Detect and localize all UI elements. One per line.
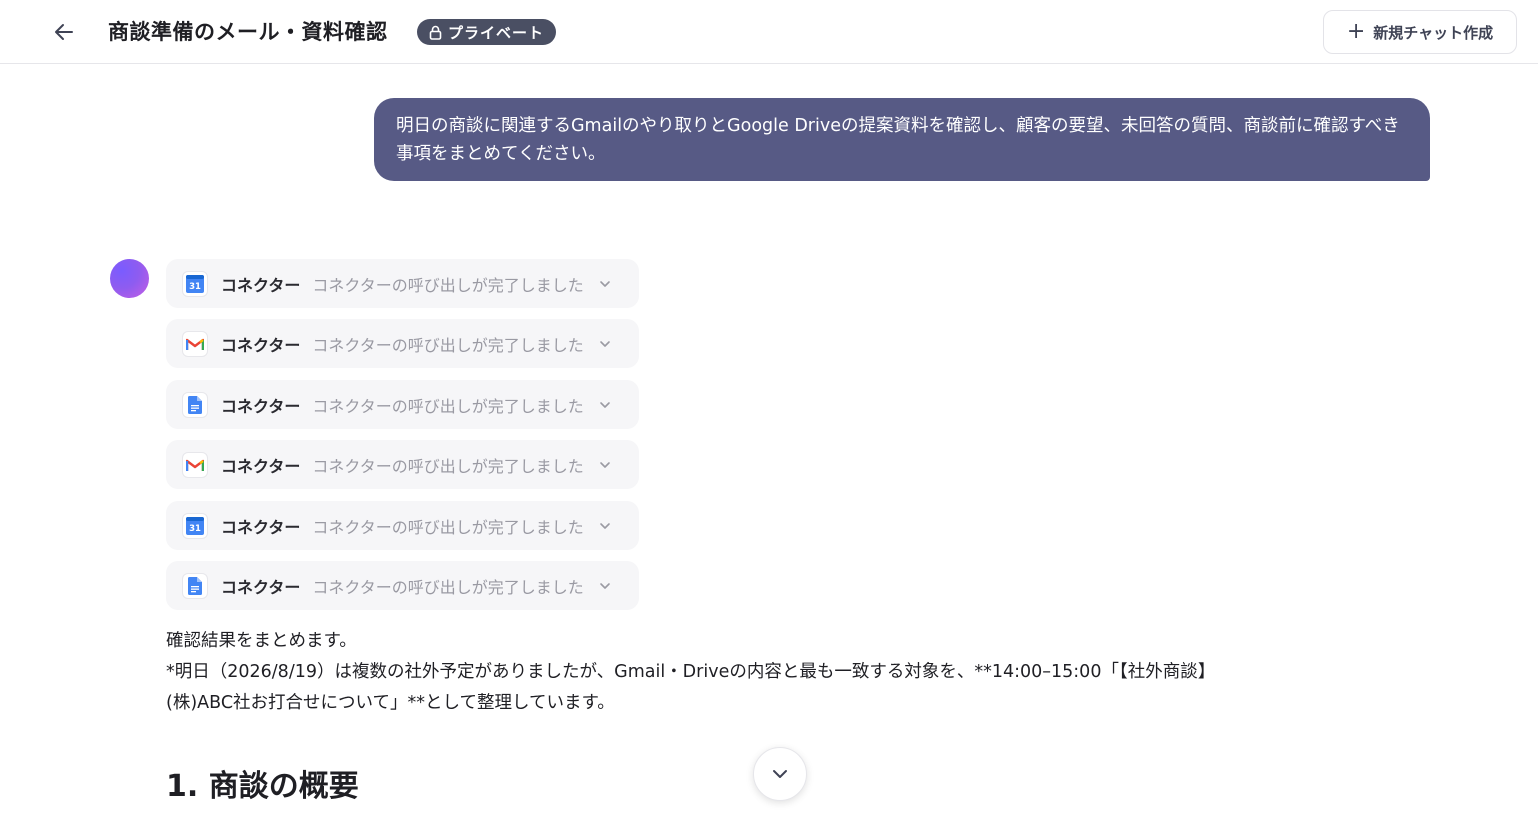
answer-intro: 確認結果をまとめます。 [166, 631, 357, 651]
answer-paragraph-line: (株)ABC社お打合せについて」**として整理しています。 [166, 693, 615, 713]
gmail-icon [182, 330, 208, 357]
google-calendar-icon: 31 [182, 512, 208, 539]
connector-label: コネクター [221, 577, 301, 597]
connector-status: コネクターの呼び出しが完了しました [312, 396, 584, 416]
connector-status: コネクターの呼び出しが完了しました [312, 275, 584, 295]
assistant-avatar [110, 259, 149, 298]
connector-status: コネクターの呼び出しが完了しました [312, 335, 584, 355]
chevron-down-icon [598, 398, 612, 412]
arrow-left-icon [55, 24, 73, 40]
scroll-to-bottom-button[interactable] [753, 747, 807, 801]
connector-label: コネクター [221, 275, 301, 295]
plus-icon: + [1346, 19, 1366, 44]
new-chat-button[interactable]: + 新規チャット作成 [1323, 10, 1517, 54]
top-bar: 商談準備のメール・資料確認 プライベート + 新規チャット作成 [0, 0, 1538, 64]
chevron-down-icon [598, 579, 612, 593]
calendar-icon-text: 31 [189, 524, 201, 534]
calendar-icon-text: 31 [189, 282, 201, 292]
google-calendar-icon: 31 [182, 270, 208, 297]
new-chat-label: 新規チャット作成 [1373, 23, 1494, 42]
user-message-bubble: 明日の商談に関連するGmailのやり取りとGoogle Driveの提案資料を確… [374, 98, 1430, 181]
page-title: 商談準備のメール・資料確認 [108, 20, 388, 44]
chevron-down-icon [598, 337, 612, 351]
connector-status: コネクターの呼び出しが完了しました [312, 517, 584, 537]
connector-call-item[interactable]: コネクター コネクターの呼び出しが完了しました [166, 440, 639, 489]
connector-status: コネクターの呼び出しが完了しました [312, 577, 584, 597]
connector-label: コネクター [221, 335, 301, 355]
chevron-down-icon [598, 519, 612, 533]
connector-label: コネクター [221, 456, 301, 476]
chevron-down-icon [598, 458, 612, 472]
gmail-icon [182, 451, 208, 478]
connector-call-item[interactable]: コネクター コネクターの呼び出しが完了しました [166, 319, 639, 368]
privacy-badge-label: プライベート [448, 23, 545, 42]
back-button[interactable] [48, 16, 80, 48]
connector-call-item[interactable]: コネクター コネクターの呼び出しが完了しました [166, 561, 639, 610]
answer-paragraph-line: *明日（2026/8/19）は複数の社外予定がありましたが、Gmail・Driv… [166, 662, 1216, 682]
section-heading: 1. 商談の概要 [166, 769, 359, 804]
connector-status: コネクターの呼び出しが完了しました [312, 456, 584, 476]
privacy-badge: プライベート [417, 19, 557, 45]
chevron-down-icon [598, 277, 612, 291]
google-docs-icon [182, 391, 208, 418]
connector-call-item[interactable]: 31 コネクター コネクターの呼び出しが完了しました [166, 501, 639, 550]
connector-label: コネクター [221, 396, 301, 416]
connector-label: コネクター [221, 517, 301, 537]
chevron-down-icon [773, 770, 787, 778]
assistant-answer: 確認結果をまとめます。 *明日（2026/8/19）は複数の社外予定がありました… [166, 626, 1426, 719]
google-docs-icon [182, 572, 208, 599]
connector-call-item[interactable]: 31 コネクター コネクターの呼び出しが完了しました [166, 259, 639, 308]
connector-call-item[interactable]: コネクター コネクターの呼び出しが完了しました [166, 380, 639, 429]
lock-icon [429, 25, 442, 40]
